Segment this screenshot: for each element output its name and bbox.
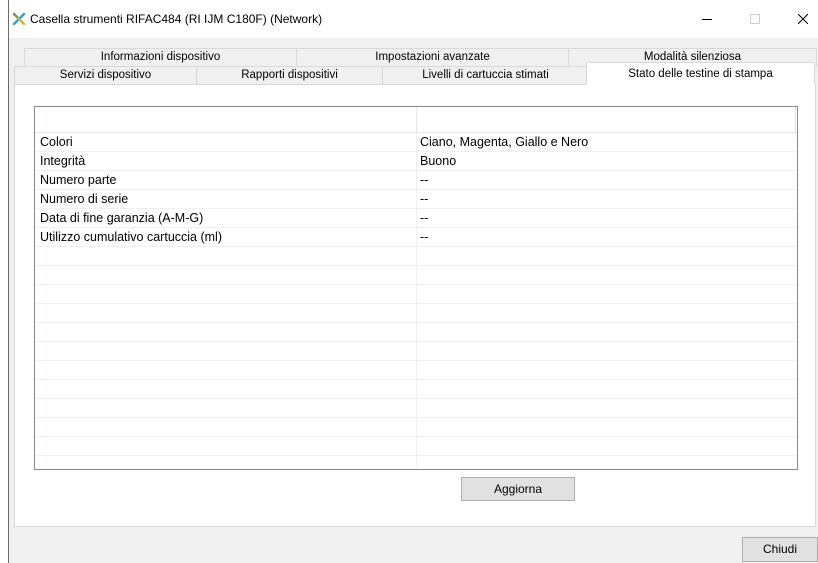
maximize-button[interactable] — [732, 0, 778, 38]
empty-cell — [35, 361, 417, 379]
empty-cell — [417, 304, 797, 322]
close-icon — [798, 14, 808, 24]
empty-grid-row — [35, 437, 797, 456]
value-cell: -- — [420, 230, 429, 244]
empty-cell — [417, 247, 797, 265]
value-cell: -- — [420, 192, 429, 206]
empty-grid-row — [35, 342, 797, 361]
empty-cell — [417, 285, 797, 303]
empty-cell — [35, 418, 417, 436]
minimize-icon — [702, 14, 712, 24]
empty-grid-row — [35, 380, 797, 399]
empty-cell — [35, 456, 417, 469]
title-bar[interactable]: Casella strumenti RIFAC484 (RI IJM C180F… — [8, 0, 818, 38]
table-row[interactable]: Colori Ciano, Magenta, Giallo e Nero — [35, 133, 797, 152]
empty-cell — [417, 266, 797, 284]
property-cell: Integrità — [35, 152, 417, 170]
table-row[interactable]: Data di fine garanzia (A-M-G) -- — [35, 209, 797, 228]
tab-panel: Colori Ciano, Magenta, Giallo e Nero Integ… — [14, 84, 816, 527]
property-cell: Colori — [35, 133, 417, 151]
printhead-status-list: Colori Ciano, Magenta, Giallo e Nero Integ… — [34, 106, 798, 470]
table-row[interactable]: Numero di serie -- — [35, 190, 797, 209]
minimize-button[interactable] — [684, 0, 730, 38]
empty-cell — [35, 266, 417, 284]
property-cell: Data di fine garanzia (A-M-G) — [35, 209, 417, 227]
empty-cell — [417, 361, 797, 379]
empty-cell — [417, 380, 797, 398]
empty-cell — [417, 456, 797, 469]
empty-cell — [35, 323, 417, 341]
empty-cell — [35, 380, 417, 398]
tab-rapporti-dispositivi[interactable]: Rapporti dispositivi — [196, 66, 383, 85]
value-cell: -- — [420, 173, 429, 187]
dialog-window: Casella strumenti RIFAC484 (RI IJM C180F… — [8, 0, 818, 563]
close-window-button[interactable] — [780, 0, 818, 38]
empty-grid-row — [35, 304, 797, 323]
tab-informazioni-dispositivo[interactable]: Informazioni dispositivo — [24, 48, 297, 67]
empty-grid-row — [35, 399, 797, 418]
tools-icon — [11, 11, 27, 27]
empty-cell — [417, 323, 797, 341]
empty-grid-row — [35, 266, 797, 285]
value-cell: -- — [420, 211, 429, 225]
property-cell: Numero parte — [35, 171, 417, 189]
column-header[interactable] — [417, 107, 796, 132]
empty-cell — [35, 285, 417, 303]
window-title: Casella strumenti RIFAC484 (RI IJM C180F… — [30, 12, 323, 26]
empty-cell — [35, 304, 417, 322]
empty-cell — [417, 418, 797, 436]
window-border — [8, 0, 9, 563]
empty-grid-row — [35, 285, 797, 304]
value-cell: Buono — [420, 154, 457, 168]
empty-cell — [35, 437, 417, 455]
list-body: Colori Ciano, Magenta, Giallo e Nero Integ… — [35, 133, 797, 469]
empty-grid-row — [35, 418, 797, 437]
empty-cell — [417, 342, 797, 360]
tab-servizi-dispositivo[interactable]: Servizi dispositivo — [14, 66, 197, 85]
property-cell: Numero di serie — [35, 190, 417, 208]
tab-impostazioni-avanzate[interactable]: Impostazioni avanzate — [296, 48, 569, 67]
close-button[interactable]: Chiudi — [742, 537, 818, 562]
property-cell: Utilizzo cumulativo cartuccia (ml) — [35, 228, 417, 246]
tab-livelli-cartuccia[interactable]: Livelli di cartuccia stimati — [382, 66, 589, 85]
column-header[interactable] — [35, 107, 417, 132]
empty-cell — [35, 342, 417, 360]
empty-cell — [417, 437, 797, 455]
table-row[interactable]: Utilizzo cumulativo cartuccia (ml) -- — [35, 228, 797, 247]
empty-grid-row — [35, 247, 797, 266]
list-header — [35, 107, 797, 133]
empty-cell — [417, 399, 797, 417]
refresh-button[interactable]: Aggiorna — [461, 477, 575, 501]
empty-grid-row — [35, 361, 797, 380]
table-row[interactable]: Integrità Buono — [35, 152, 797, 171]
value-cell: Ciano, Magenta, Giallo e Nero — [420, 135, 589, 149]
table-row[interactable]: Numero parte -- — [35, 171, 797, 190]
tab-stato-testine[interactable]: Stato delle testine di stampa — [586, 62, 815, 85]
maximize-icon — [750, 14, 760, 24]
empty-grid-row — [35, 323, 797, 342]
empty-grid-row — [35, 456, 797, 469]
empty-cell — [35, 399, 417, 417]
empty-cell — [35, 247, 417, 265]
